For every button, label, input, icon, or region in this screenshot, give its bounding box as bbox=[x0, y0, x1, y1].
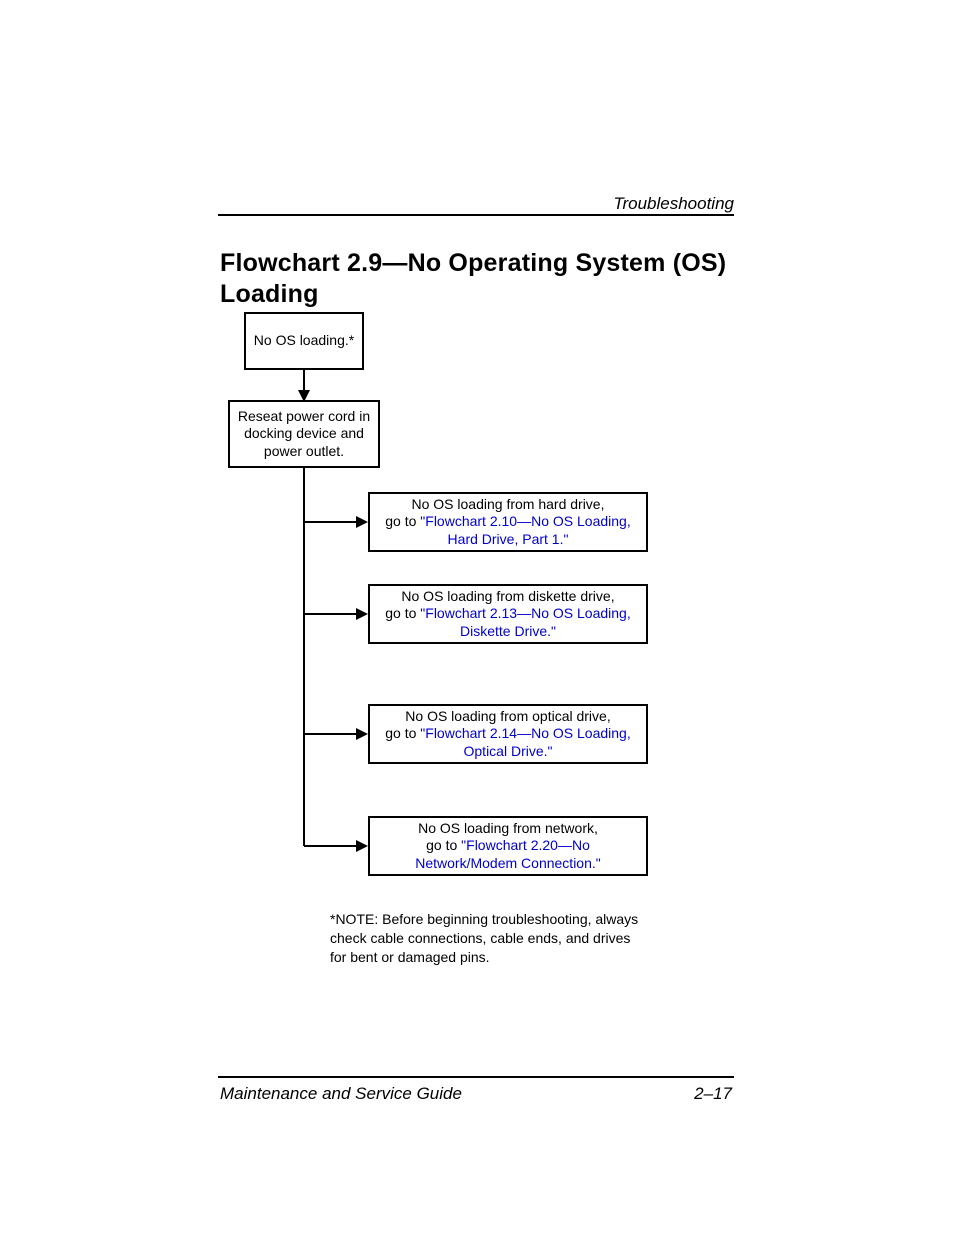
footer-title: Maintenance and Service Guide bbox=[220, 1084, 462, 1104]
flow-step-reseat: Reseat power cord in docking device and … bbox=[228, 400, 380, 468]
footnote: *NOTE: Before beginning troubleshooting,… bbox=[330, 910, 640, 967]
flow-start: No OS loading.* bbox=[244, 312, 364, 370]
link-flowchart-2-10[interactable]: "Flowchart 2.10—No OS Loading, Hard Driv… bbox=[420, 513, 630, 547]
branch-pretext: No OS loading from network, bbox=[418, 820, 598, 836]
flow-branch-diskette: No OS loading from diskette drive, go to… bbox=[368, 584, 648, 644]
branch-goto: go to bbox=[426, 837, 461, 853]
flow-branch-hard-drive: No OS loading from hard drive, go to "Fl… bbox=[368, 492, 648, 552]
page-title: Flowchart 2.9—No Operating System (OS) L… bbox=[220, 248, 740, 311]
flow-step-text: Reseat power cord in docking device and … bbox=[236, 408, 372, 461]
flow-start-text: No OS loading.* bbox=[252, 332, 356, 350]
flow-branch-network: No OS loading from network, go to "Flowc… bbox=[368, 816, 648, 876]
flowchart: No OS loading.* Reseat power cord in doc… bbox=[218, 312, 738, 932]
link-flowchart-2-14[interactable]: "Flowchart 2.14—No OS Loading, Optical D… bbox=[420, 725, 630, 759]
header-rule bbox=[218, 214, 734, 216]
branch-pretext: No OS loading from hard drive, bbox=[412, 496, 605, 512]
branch-goto: go to bbox=[385, 605, 420, 621]
link-flowchart-2-13[interactable]: "Flowchart 2.13—No OS Loading, Diskette … bbox=[420, 605, 630, 639]
branch-goto: go to bbox=[385, 513, 420, 529]
footer-page-number: 2–17 bbox=[694, 1084, 732, 1104]
branch-goto: go to bbox=[385, 725, 420, 741]
flow-branch-optical: No OS loading from optical drive, go to … bbox=[368, 704, 648, 764]
footer-rule bbox=[218, 1076, 734, 1078]
page: Troubleshooting Flowchart 2.9—No Operati… bbox=[0, 0, 954, 1235]
branch-pretext: No OS loading from optical drive, bbox=[405, 708, 610, 724]
branch-pretext: No OS loading from diskette drive, bbox=[401, 588, 614, 604]
running-header: Troubleshooting bbox=[613, 194, 734, 214]
